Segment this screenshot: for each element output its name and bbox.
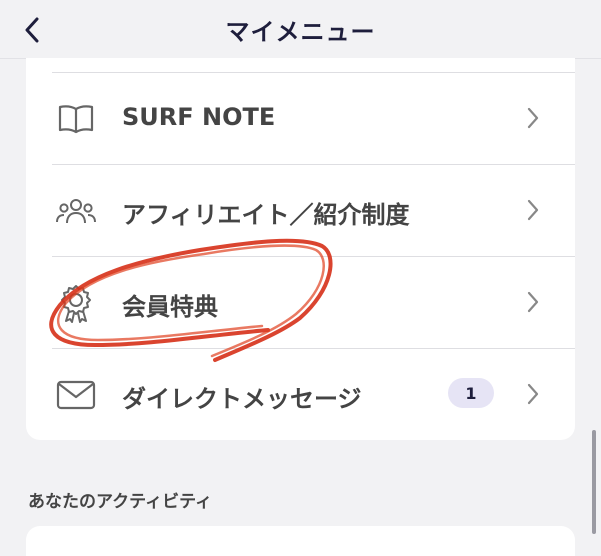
menu-item-affiliate[interactable]: アフィリエイト／紹介制度 (26, 165, 575, 257)
section-title: あなたのアクティビティ (28, 492, 213, 512)
menu-item-direct-message[interactable]: ダイレクトメッセージ 1 (26, 349, 575, 441)
menu-item-surf-note[interactable]: SURF NOTE (26, 73, 575, 165)
chevron-right-icon (523, 195, 543, 225)
menu-item-label: 会員特典 (122, 293, 218, 321)
header-bar: マイメニュー (0, 0, 601, 59)
unread-count-badge: 1 (448, 378, 494, 408)
chevron-right-icon (523, 287, 543, 317)
people-icon (54, 193, 98, 229)
menu-item-member-benefits[interactable]: 会員特典 (26, 257, 575, 349)
chevron-right-icon (523, 379, 543, 409)
activity-card (26, 526, 575, 556)
menu-card: SURF NOTE アフィリエイト／紹介制度 会員特典 ダイレクトメッセージ 1 (26, 58, 575, 440)
page-title: マイメニュー (225, 18, 376, 46)
menu-item-label: SURF NOTE (122, 103, 276, 131)
menu-item-label: ダイレクトメッセージ (122, 385, 362, 413)
menu-item-label: アフィリエイト／紹介制度 (122, 201, 410, 229)
chevron-right-icon (523, 103, 543, 133)
scrollbar[interactable] (592, 430, 596, 534)
award-badge-icon (54, 285, 98, 323)
book-icon (54, 101, 98, 137)
mail-icon (54, 377, 98, 413)
